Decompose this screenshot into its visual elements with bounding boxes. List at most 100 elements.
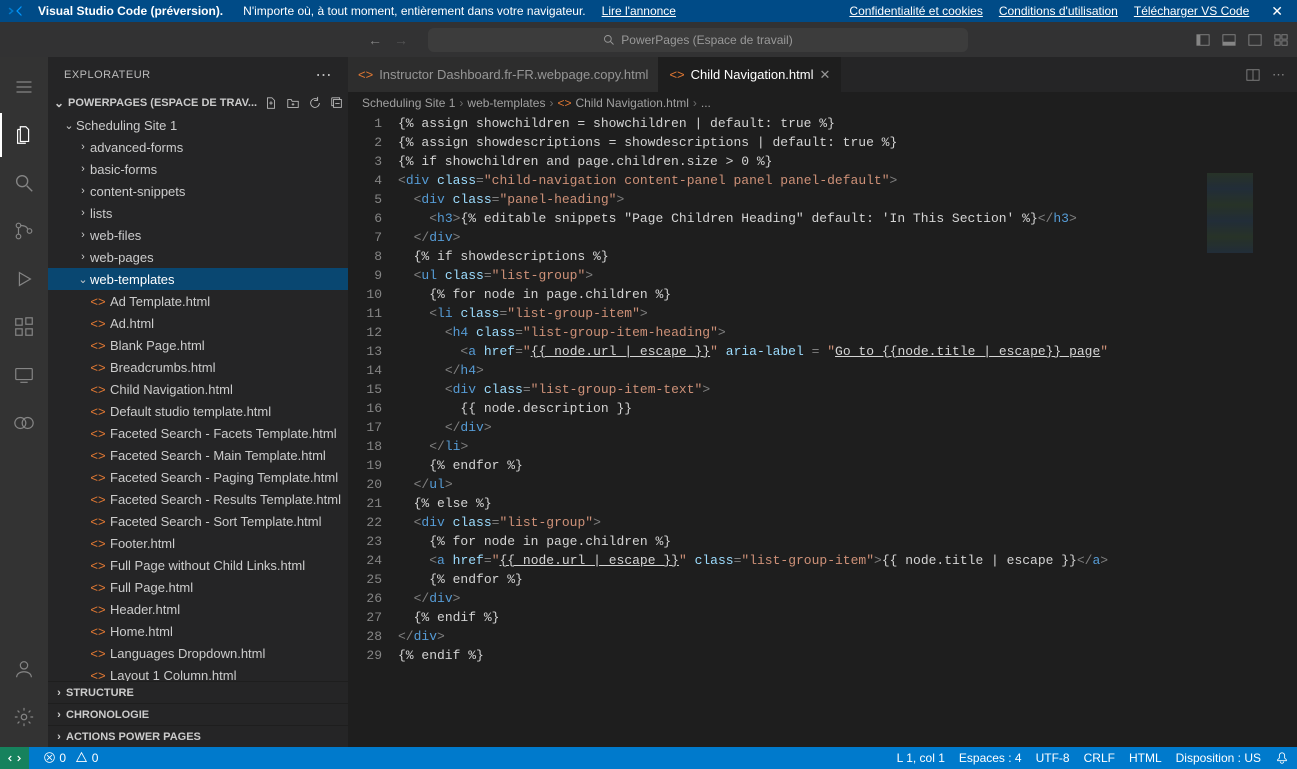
status-problems[interactable]: 0 0 bbox=[43, 751, 98, 765]
sidebar-section[interactable]: ›ACTIONS POWER PAGES bbox=[48, 725, 348, 747]
tree-file[interactable]: <>Header.html bbox=[48, 598, 348, 620]
layout-sidebar-right-icon[interactable] bbox=[1247, 32, 1263, 48]
line-gutter: 1234567891011121314151617181920212223242… bbox=[348, 114, 398, 747]
title-bar: ← → PowerPages (Espace de travail) bbox=[0, 22, 1297, 57]
html-file-icon: <> bbox=[669, 67, 684, 82]
tree-file[interactable]: <>Breadcrumbs.html bbox=[48, 356, 348, 378]
html-file-icon: <> bbox=[358, 67, 373, 82]
html-file-icon: <> bbox=[90, 580, 106, 595]
activity-account-icon[interactable] bbox=[0, 647, 48, 691]
banner-link-announce[interactable]: Lire l'annonce bbox=[602, 4, 676, 18]
layout-panel-icon[interactable] bbox=[1221, 32, 1237, 48]
tree-file[interactable]: <>Blank Page.html bbox=[48, 334, 348, 356]
new-file-icon[interactable] bbox=[264, 96, 278, 110]
explorer-more-icon[interactable]: ⋯ bbox=[316, 65, 333, 85]
tab-close-icon[interactable]: ✕ bbox=[819, 67, 830, 83]
new-folder-icon[interactable] bbox=[286, 96, 300, 110]
tab-label: Instructor Dashboard.fr-FR.webpage.copy.… bbox=[379, 67, 648, 82]
status-eol[interactable]: CRLF bbox=[1084, 751, 1115, 765]
tree-file[interactable]: <>Faceted Search - Paging Template.html bbox=[48, 466, 348, 488]
split-editor-icon[interactable] bbox=[1246, 68, 1260, 82]
collapse-all-icon[interactable] bbox=[330, 96, 344, 110]
breadcrumb-item[interactable]: Child Navigation.html bbox=[575, 96, 688, 110]
tree-folder-root[interactable]: ⌄Scheduling Site 1 bbox=[48, 114, 348, 136]
remote-indicator[interactable] bbox=[0, 747, 29, 769]
explorer-sidebar: EXPLORATEUR ⋯ ⌄ POWERPAGES (ESPACE DE TR… bbox=[48, 57, 348, 747]
nav-forward-icon[interactable]: → bbox=[394, 32, 408, 48]
tree-folder[interactable]: ›advanced-forms bbox=[48, 136, 348, 158]
tree-file[interactable]: <>Home.html bbox=[48, 620, 348, 642]
editor-more-icon[interactable]: ⋯ bbox=[1272, 67, 1285, 83]
editor-tab[interactable]: <> Child Navigation.html ✕ bbox=[659, 57, 841, 92]
html-file-icon: <> bbox=[90, 668, 106, 682]
tree-folder[interactable]: ›web-pages bbox=[48, 246, 348, 268]
tree-folder[interactable]: ›basic-forms bbox=[48, 158, 348, 180]
status-cursor[interactable]: L 1, col 1 bbox=[897, 751, 945, 765]
tree-file[interactable]: <>Full Page.html bbox=[48, 576, 348, 598]
breadcrumb-item[interactable]: ... bbox=[701, 96, 711, 110]
banner-text: N'importe où, à tout moment, entièrement… bbox=[243, 4, 585, 18]
activity-extensions-icon[interactable] bbox=[0, 305, 48, 349]
tree-file[interactable]: <>Footer.html bbox=[48, 532, 348, 554]
tree-file[interactable]: <>Child Navigation.html bbox=[48, 378, 348, 400]
activity-powerpages-icon[interactable] bbox=[0, 401, 48, 445]
sidebar-section[interactable]: ›CHRONOLOGIE bbox=[48, 703, 348, 725]
banner-link-download[interactable]: Télécharger VS Code bbox=[1134, 4, 1249, 18]
activity-search-icon[interactable] bbox=[0, 161, 48, 205]
status-notifications-icon[interactable] bbox=[1275, 751, 1289, 765]
html-file-icon: <> bbox=[90, 470, 106, 485]
layout-sidebar-left-icon[interactable] bbox=[1195, 32, 1211, 48]
activity-menu-icon[interactable] bbox=[0, 65, 48, 109]
tree-file[interactable]: <>Ad Template.html bbox=[48, 290, 348, 312]
command-center-text: PowerPages (Espace de travail) bbox=[621, 33, 792, 47]
status-layout[interactable]: Disposition : US bbox=[1176, 751, 1261, 765]
activity-source-control-icon[interactable] bbox=[0, 209, 48, 253]
editor-tab[interactable]: <> Instructor Dashboard.fr-FR.webpage.co… bbox=[348, 57, 659, 92]
top-banner: Visual Studio Code (préversion). N'impor… bbox=[0, 0, 1297, 22]
activity-explorer-icon[interactable] bbox=[0, 113, 48, 157]
chevron-right-icon: › bbox=[76, 141, 90, 153]
breadcrumb-item[interactable]: Scheduling Site 1 bbox=[362, 96, 455, 110]
status-language[interactable]: HTML bbox=[1129, 751, 1162, 765]
tree-file[interactable]: <>Default studio template.html bbox=[48, 400, 348, 422]
tree-folder[interactable]: ›lists bbox=[48, 202, 348, 224]
tree-file[interactable]: <>Faceted Search - Facets Template.html bbox=[48, 422, 348, 444]
code-content[interactable]: {% assign showchildren = showchildren | … bbox=[398, 114, 1297, 747]
explorer-title: EXPLORATEUR bbox=[64, 69, 151, 81]
html-file-icon: <> bbox=[90, 360, 106, 375]
banner-link-privacy[interactable]: Confidentialité et cookies bbox=[849, 4, 982, 18]
refresh-icon[interactable] bbox=[308, 96, 322, 110]
tree-file[interactable]: <>Faceted Search - Sort Template.html bbox=[48, 510, 348, 532]
command-center[interactable]: PowerPages (Espace de travail) bbox=[428, 28, 968, 52]
breadcrumb[interactable]: Scheduling Site 1 › web-templates › <> C… bbox=[348, 92, 1297, 114]
activity-debug-icon[interactable] bbox=[0, 257, 48, 301]
breadcrumb-item[interactable]: web-templates bbox=[467, 96, 545, 110]
tree-file[interactable]: <>Languages Dropdown.html bbox=[48, 642, 348, 664]
tree-file[interactable]: <>Ad.html bbox=[48, 312, 348, 334]
workspace-header[interactable]: ⌄ POWERPAGES (ESPACE DE TRAV... bbox=[48, 92, 348, 114]
activity-settings-icon[interactable] bbox=[0, 695, 48, 739]
tree-file[interactable]: <>Full Page without Child Links.html bbox=[48, 554, 348, 576]
sidebar-section[interactable]: ›STRUCTURE bbox=[48, 681, 348, 703]
status-spaces[interactable]: Espaces : 4 bbox=[959, 751, 1022, 765]
activity-remote-icon[interactable] bbox=[0, 353, 48, 397]
nav-back-icon[interactable]: ← bbox=[368, 32, 382, 48]
html-file-icon: <> bbox=[90, 558, 106, 573]
tree-folder[interactable]: ›web-files bbox=[48, 224, 348, 246]
tree-file[interactable]: <>Layout 1 Column.html bbox=[48, 664, 348, 681]
activity-bar bbox=[0, 57, 48, 747]
tree-file[interactable]: <>Faceted Search - Results Template.html bbox=[48, 488, 348, 510]
chevron-down-icon: ⌄ bbox=[52, 96, 66, 110]
html-file-icon: <> bbox=[90, 602, 106, 617]
banner-link-terms[interactable]: Conditions d'utilisation bbox=[999, 4, 1118, 18]
layout-customize-icon[interactable] bbox=[1273, 32, 1289, 48]
banner-close-icon[interactable]: ✕ bbox=[1265, 3, 1289, 20]
tree-folder-web-templates[interactable]: ⌄web-templates bbox=[48, 268, 348, 290]
html-file-icon: <> bbox=[90, 624, 106, 639]
code-area[interactable]: 1234567891011121314151617181920212223242… bbox=[348, 114, 1297, 747]
html-file-icon: <> bbox=[90, 536, 106, 551]
status-encoding[interactable]: UTF-8 bbox=[1036, 751, 1070, 765]
tree-folder[interactable]: ›content-snippets bbox=[48, 180, 348, 202]
html-file-icon: <> bbox=[90, 492, 106, 507]
tree-file[interactable]: <>Faceted Search - Main Template.html bbox=[48, 444, 348, 466]
